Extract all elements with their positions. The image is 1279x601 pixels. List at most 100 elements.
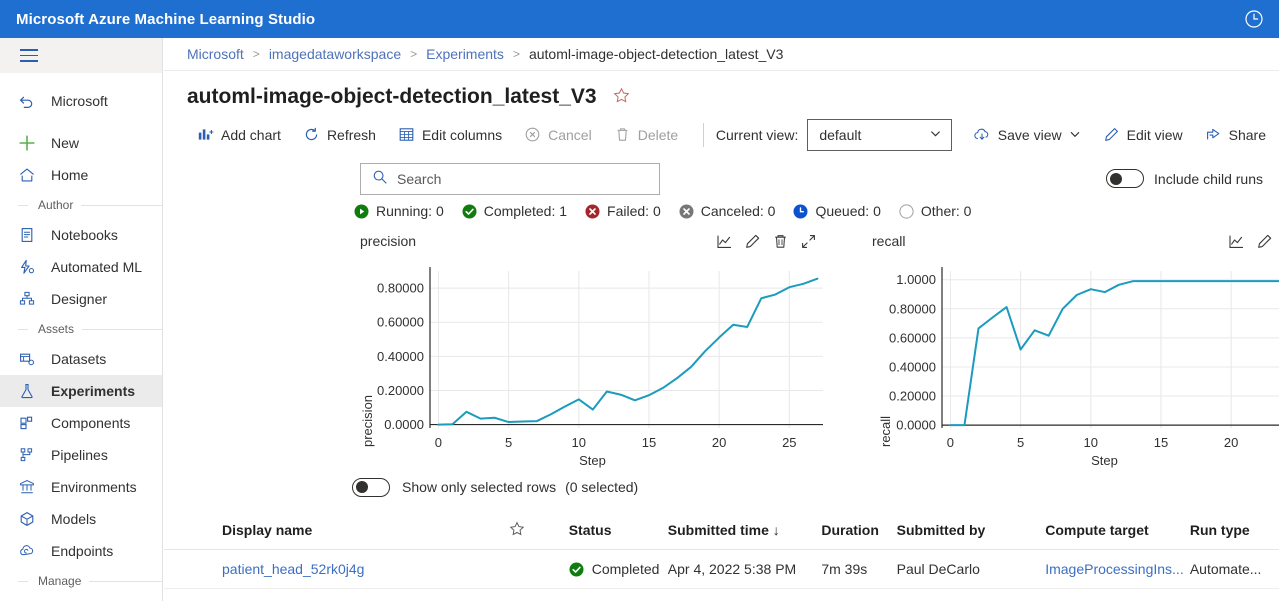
pencil-icon[interactable] (744, 233, 761, 253)
edit-columns-button[interactable]: Edit columns (389, 118, 511, 152)
status-filter-completed-label: Completed: 1 (484, 203, 567, 219)
save-cloud-icon (973, 126, 991, 143)
add-chart-button[interactable]: Add chart (188, 118, 290, 152)
sidebar-back-label: Microsoft (51, 93, 108, 109)
chart-xlabel-precision: Step (354, 453, 831, 468)
line-chart-icon[interactable] (1228, 233, 1245, 253)
row-status-cell: Completed (569, 561, 668, 577)
column-header-compute-target[interactable]: Compute target (1045, 522, 1190, 538)
svg-text:5: 5 (505, 435, 512, 450)
sidebar-item-label-components: Components (51, 415, 130, 431)
run-display-name-link[interactable]: patient_head_52rk0j4g (222, 561, 509, 577)
chart-actions-precision (716, 233, 831, 253)
include-child-runs-toggle[interactable]: Include child runs (1106, 169, 1263, 188)
sidebar-item-label-home: Home (51, 167, 88, 183)
status-filter-completed[interactable]: Completed: 1 (462, 203, 567, 219)
status-filter-running[interactable]: Running: 0 (354, 203, 444, 219)
svg-text:0: 0 (947, 435, 954, 450)
sidebar-item-models[interactable]: Models (0, 503, 162, 535)
status-filter-canceled[interactable]: Canceled: 0 (679, 203, 776, 219)
sidebar-item-home[interactable]: Home (0, 159, 162, 191)
sidebar-item-label-pipelines: Pipelines (51, 447, 108, 463)
sidebar-item-label-notebooks: Notebooks (51, 227, 118, 243)
clock-icon[interactable] (1243, 8, 1265, 30)
column-header-favorite[interactable] (509, 521, 568, 540)
sidebar-item-environments[interactable]: Environments (0, 471, 162, 503)
sidebar-item-label-endpoints: Endpoints (51, 543, 113, 559)
share-icon (1205, 126, 1222, 143)
sidebar-item-endpoints[interactable]: Endpoints (0, 535, 162, 567)
datasets-icon (18, 349, 40, 369)
svg-text:0.0000: 0.0000 (896, 418, 936, 433)
expand-icon[interactable] (800, 233, 817, 253)
chart-xlabel-recall: Step (866, 453, 1279, 468)
plus-icon (18, 133, 40, 153)
status-filter-row: Running: 0 Completed: 1 Failed: 0 Cancel… (164, 197, 1279, 225)
sidebar-item-designer[interactable]: Designer (0, 283, 162, 315)
sidebar-item-components[interactable]: Components (0, 407, 162, 439)
column-header-submitted-by[interactable]: Submitted by (897, 522, 1046, 538)
sidebar-item-datasets[interactable]: Datasets (0, 343, 162, 375)
status-filter-other[interactable]: Other: 0 (899, 203, 972, 219)
chart-svg-precision: 0.00000.200000.400000.600000.80000051015… (354, 255, 831, 470)
environments-icon (18, 477, 40, 497)
column-header-run-type[interactable]: Run type (1190, 522, 1279, 538)
sidebar-item-label-environments: Environments (51, 479, 137, 495)
status-filter-other-label: Other: 0 (921, 203, 972, 219)
row-status-label: Completed (592, 561, 660, 577)
flask-icon (18, 381, 40, 401)
sidebar-item-label-datasets: Datasets (51, 351, 106, 367)
chart-ylabel-precision: precision (360, 271, 375, 447)
chart-plot-recall[interactable]: recall 0.00000.200000.400000.600000.8000… (866, 255, 1279, 470)
refresh-label: Refresh (327, 127, 376, 143)
pencil-icon (1103, 126, 1120, 143)
pencil-icon[interactable] (1256, 233, 1273, 253)
chart-plot-precision[interactable]: precision 0.00000.200000.400000.600000.8… (354, 255, 831, 470)
empty-circle-icon (899, 204, 914, 219)
row-compute-target-link[interactable]: ImageProcessingIns... (1045, 561, 1190, 577)
edit-view-button[interactable]: Edit view (1094, 118, 1192, 152)
svg-text:5: 5 (1017, 435, 1024, 450)
star-outline-icon[interactable] (613, 87, 630, 107)
column-header-duration[interactable]: Duration (821, 522, 896, 538)
show-only-selected-toggle[interactable] (352, 478, 390, 497)
line-chart-icon[interactable] (716, 233, 733, 253)
svg-text:0.0000: 0.0000 (384, 417, 424, 432)
trash-icon[interactable] (772, 233, 789, 253)
sidebar-item-new[interactable]: New (0, 127, 162, 159)
sidebar-item-experiments[interactable]: Experiments (0, 375, 162, 407)
sidebar-group-label-author: Author (28, 198, 81, 212)
page-title: automl-image-object-detection_latest_V3 (187, 85, 597, 109)
share-button[interactable]: Share (1196, 118, 1275, 152)
breadcrumb-item-experiments[interactable]: Experiments (426, 46, 504, 62)
sidebar-item-label-models: Models (51, 511, 96, 527)
breadcrumb-item-microsoft[interactable]: Microsoft (187, 46, 244, 62)
column-header-status[interactable]: Status (569, 522, 668, 538)
sidebar-toggle[interactable] (0, 38, 162, 73)
status-filter-canceled-label: Canceled: 0 (701, 203, 776, 219)
column-header-display-name[interactable]: Display name (222, 522, 509, 538)
sidebar-back-microsoft[interactable]: Microsoft (0, 85, 162, 117)
row-submitted-by: Paul DeCarlo (897, 561, 1046, 577)
refresh-button[interactable]: Refresh (294, 118, 385, 152)
current-view-select[interactable]: default (807, 119, 951, 151)
sidebar-item-pipelines[interactable]: Pipelines (0, 439, 162, 471)
notebook-icon (18, 225, 40, 245)
breadcrumb-current: automl-image-object-detection_latest_V3 (529, 46, 783, 62)
svg-text:10: 10 (572, 435, 586, 450)
search-input[interactable]: Search (360, 163, 660, 195)
chevron-down-icon (929, 127, 942, 143)
page-title-row: automl-image-object-detection_latest_V3 (164, 71, 1279, 111)
sidebar-item-automated-ml[interactable]: Automated ML (0, 251, 162, 283)
status-filter-failed[interactable]: Failed: 0 (585, 203, 661, 219)
cancel-circle-icon (679, 204, 694, 219)
column-header-submitted-time[interactable]: Submitted time ↓ (668, 522, 822, 538)
status-filter-queued[interactable]: Queued: 0 (793, 203, 880, 219)
table-row[interactable]: patient_head_52rk0j4g Completed Apr 4, 2… (164, 550, 1279, 589)
table-header-row: Display name Status Submitted time ↓ Dur… (164, 511, 1279, 550)
sidebar-item-notebooks[interactable]: Notebooks (0, 219, 162, 251)
include-child-runs-label: Include child runs (1154, 171, 1263, 187)
save-view-button[interactable]: Save view (964, 118, 1090, 152)
chart-header-precision: precision (354, 233, 831, 255)
breadcrumb-item-workspace[interactable]: imagedataworkspace (269, 46, 401, 62)
